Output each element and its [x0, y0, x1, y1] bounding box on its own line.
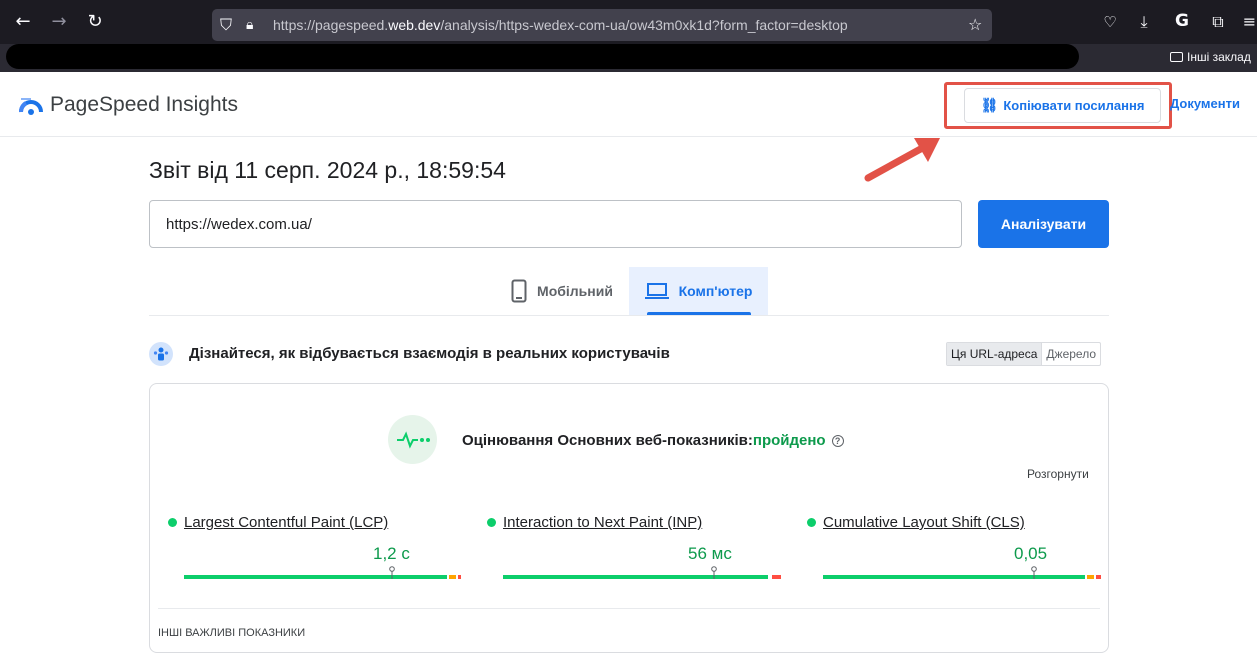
tabs-divider	[149, 315, 1109, 316]
folder-icon	[1170, 52, 1183, 62]
extensions-icon[interactable]: ⧉	[1208, 12, 1228, 32]
docs-link[interactable]: Документи	[1170, 96, 1240, 111]
expand-link[interactable]: Розгорнути	[1027, 467, 1089, 481]
toggle-origin[interactable]: Джерело	[1041, 343, 1100, 365]
browser-toolbar: ← → ↻ ⛉ 🔒︎ https://pagespeed.web.dev/ana…	[0, 0, 1257, 72]
metric-marker	[711, 566, 718, 579]
users-icon	[149, 342, 173, 366]
metric-value: 56 мс	[688, 544, 732, 563]
metric-inp: Interaction to Next Paint (INP) 56 мс	[487, 514, 781, 584]
star-icon[interactable]: ☆	[968, 14, 982, 36]
extension-g-icon[interactable]: G	[1172, 11, 1192, 31]
address-bar[interactable]: ⛉ 🔒︎ https://pagespeed.web.dev/analysis/…	[212, 9, 992, 41]
help-icon[interactable]: ?	[831, 435, 844, 447]
tab-mobile[interactable]: Мобільний	[495, 267, 629, 315]
metric-cls: Cumulative Layout Shift (CLS) 0,05	[807, 514, 1101, 584]
menu-icon[interactable]: ≡	[1242, 12, 1257, 32]
laptop-icon	[644, 283, 669, 299]
metric-value: 0,05	[1014, 544, 1048, 563]
reload-icon[interactable]: ↻	[84, 12, 106, 32]
other-metrics-heading: ІНШІ ВАЖЛИВІ ПОКАЗНИКИ	[158, 627, 306, 639]
analyze-button[interactable]: Аналізувати	[978, 200, 1109, 248]
metric-distribution-bar	[503, 566, 781, 579]
metric-marker	[388, 566, 395, 579]
metric-distribution-bar	[184, 566, 461, 579]
link-icon: ⛓	[980, 97, 999, 114]
forward-icon[interactable]: →	[48, 12, 70, 32]
section-divider	[158, 608, 1100, 609]
toggle-this-url[interactable]: Ця URL-адреса	[947, 343, 1042, 365]
cwv-assessment: Оцінювання Основних веб-показників:пройд…	[462, 432, 844, 449]
url-text[interactable]: https://pagespeed.web.dev/analysis/https…	[273, 17, 848, 33]
brand-name[interactable]: PageSpeed Insights	[50, 92, 238, 118]
metric-value: 1,2 с	[373, 544, 410, 563]
lock-icon[interactable]: 🔒︎	[246, 14, 253, 36]
annotation-arrow	[864, 138, 940, 182]
pocket-icon[interactable]: ♡	[1100, 12, 1120, 32]
pulse-icon	[388, 415, 437, 464]
field-data-title: Дізнайтеся, як відбувається взаємодія в …	[189, 345, 670, 362]
metric-lcp: Largest Contentful Paint (LCP) 1,2 с	[168, 514, 461, 584]
report-title: Звіт від 11 серп. 2024 р., 18:59:54	[149, 157, 506, 183]
tab-desktop[interactable]: Комп'ютер	[629, 267, 768, 315]
metric-name[interactable]: Interaction to Next Paint (INP)	[487, 514, 702, 531]
other-bookmarks[interactable]: Інші заклад	[1170, 50, 1251, 64]
url-origin-toggle: Ця URL-адреса Джерело	[946, 342, 1102, 366]
cwv-status: пройдено	[752, 432, 826, 449]
metric-name[interactable]: Largest Contentful Paint (LCP)	[168, 514, 388, 531]
back-icon[interactable]: ←	[12, 12, 34, 32]
pagespeed-logo-icon[interactable]	[18, 92, 44, 118]
url-input[interactable]	[149, 200, 962, 248]
shield-icon[interactable]: ⛉	[220, 14, 232, 36]
copy-link-button[interactable]: ⛓ Копіювати посилання	[964, 88, 1161, 123]
metric-marker	[1031, 566, 1038, 579]
redacted-bookmarks	[6, 44, 1079, 69]
metric-distribution-bar	[823, 566, 1101, 579]
phone-icon	[511, 279, 527, 303]
metric-name[interactable]: Cumulative Layout Shift (CLS)	[807, 514, 1025, 531]
download-icon[interactable]: ⤓	[1134, 12, 1154, 32]
